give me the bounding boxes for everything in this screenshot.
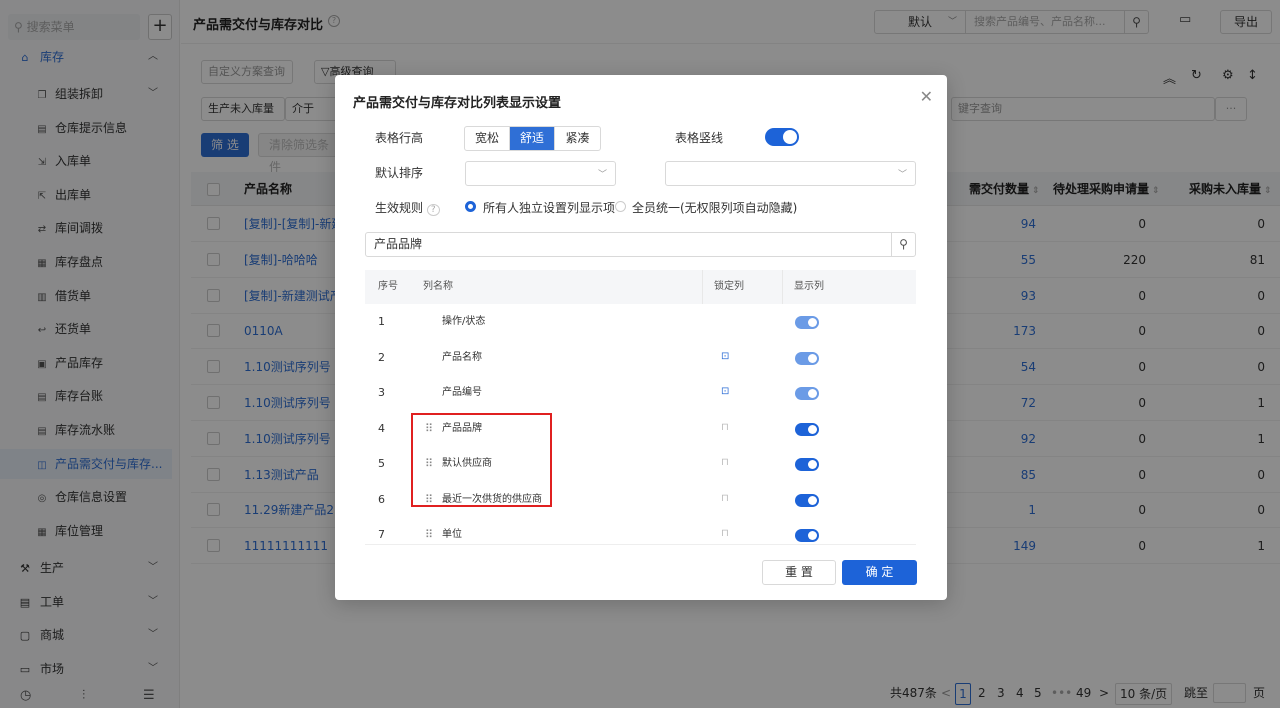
row-height-comfortable[interactable]: 舒适 [510, 127, 555, 150]
chevron-down-icon: ﹀ [597, 170, 607, 180]
row-height-label: 表格行高 [375, 131, 424, 145]
help-icon[interactable]: ? [426, 204, 440, 216]
column-setting-row: 2 产品名称 ⊡ [365, 340, 916, 375]
lock-icon[interactable]: ⊡ [721, 351, 729, 362]
effective-rule-text: 生效规则 [375, 201, 424, 215]
column-no: 7 [378, 528, 385, 541]
app-window: ⚲ 搜索菜单 + ⌂ 库存 ︿ ❐ 组装拆卸 ﹀ ▤ 仓库提示信息 ⇲ 入库单 ⇱ 出库单 ⇄ 库间调… [0, 0, 1280, 708]
sort-field-select[interactable]: ﹀ [465, 161, 616, 186]
column-divider [782, 270, 783, 304]
rule-radio-independent[interactable] [465, 201, 476, 212]
col-header-name: 列名称 [423, 281, 453, 292]
effective-rule-label: 生效规则 ? [375, 199, 440, 216]
footer-divider [365, 544, 916, 545]
highlight-box [411, 413, 552, 507]
column-search-input[interactable]: 产品品牌 ⚲ [365, 232, 916, 257]
column-search-value: 产品品牌 [374, 237, 423, 251]
column-name: 单位 [442, 529, 462, 540]
column-name: 产品名称 [442, 351, 482, 363]
unlock-icon[interactable]: ⊓ [721, 528, 729, 539]
column-no: 2 [378, 350, 385, 364]
row-height-segmented: 宽松 舒适 紧凑 [464, 126, 601, 151]
chevron-down-icon: ﹀ [897, 170, 907, 180]
sort-order-select[interactable]: ﹀ [665, 161, 916, 186]
col-header-lock: 锁定列 [714, 281, 744, 292]
search-icon[interactable]: ⚲ [891, 233, 915, 256]
column-no: 1 [378, 315, 385, 328]
column-settings-dialog: 产品需交付与库存对比列表显示设置 ✕ 表格行高 宽松 舒适 紧凑 表格竖线 默认… [335, 75, 947, 600]
show-column-toggle[interactable] [795, 458, 819, 471]
rule-option-independent[interactable]: 所有人独立设置列显示项 [483, 199, 615, 216]
confirm-button[interactable]: 确 定 [842, 560, 917, 585]
column-divider [702, 270, 703, 304]
show-column-toggle[interactable] [795, 493, 819, 507]
column-name: 操作/状态 [442, 316, 486, 327]
unlock-icon[interactable]: ⊓ [721, 493, 729, 504]
show-column-toggle[interactable] [795, 387, 819, 400]
lock-icon[interactable]: ⊡ [721, 386, 729, 397]
unlock-icon[interactable]: ⊓ [721, 457, 729, 468]
vertical-lines-toggle[interactable] [765, 128, 799, 146]
show-column-toggle[interactable] [795, 316, 819, 329]
column-no: 4 [378, 421, 385, 435]
drag-handle-icon[interactable]: ⠿ [425, 517, 433, 544]
column-no: 3 [378, 386, 385, 399]
show-column-toggle[interactable] [795, 529, 819, 542]
reset-button[interactable]: 重 置 [762, 560, 836, 585]
column-setting-row: 3 产品编号 ⊡ [365, 375, 916, 410]
column-table-header: 序号 列名称 锁定列 显示列 [365, 270, 916, 304]
row-height-loose[interactable]: 宽松 [465, 127, 510, 150]
col-header-show: 显示列 [794, 281, 824, 292]
column-no: 5 [378, 457, 385, 470]
rule-option-unified[interactable]: 全员统一(无权限列项自动隐藏) [632, 199, 797, 216]
column-no: 6 [378, 492, 385, 506]
show-column-toggle[interactable] [795, 351, 819, 365]
rule-radio-unified[interactable] [615, 201, 626, 212]
row-height-compact[interactable]: 紧凑 [555, 127, 600, 150]
col-header-no: 序号 [378, 281, 398, 292]
column-setting-row: 7 ⠿ 单位 ⊓ [365, 517, 916, 544]
dialog-title: 产品需交付与库存对比列表显示设置 [353, 96, 562, 111]
column-name: 产品编号 [442, 387, 482, 398]
unlock-icon[interactable]: ⊓ [721, 422, 729, 433]
column-setting-row: 1 操作/状态 [365, 304, 916, 339]
vertical-lines-label: 表格竖线 [675, 131, 724, 145]
show-column-toggle[interactable] [795, 422, 819, 436]
close-icon[interactable]: ✕ [920, 87, 933, 106]
default-sort-label: 默认排序 [375, 166, 424, 180]
